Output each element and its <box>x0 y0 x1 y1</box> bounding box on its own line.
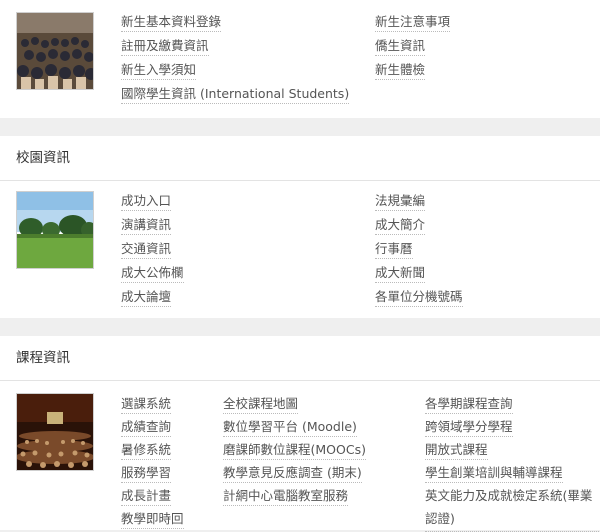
link-registration-fees[interactable]: 註冊及繳費資訊 <box>121 37 209 56</box>
link-moocs[interactable]: 磨課師數位課程(MOOCs) <box>223 441 366 460</box>
link-admission-guide[interactable]: 新生入學須知 <box>121 61 197 80</box>
link-regulations[interactable]: 法規彙編 <box>375 192 426 211</box>
campus-photo <box>16 191 94 269</box>
section-new-students: 新生基本資料登錄 註冊及繳費資訊 新生入學須知 國際學生資訊 (Internat… <box>0 0 600 118</box>
link-course-survey[interactable]: 教學意見反應調查 (期末) <box>223 464 362 483</box>
link-calendar[interactable]: 行事曆 <box>375 240 413 259</box>
link-semester-courses[interactable]: 各學期課程查詢 <box>425 395 513 414</box>
link-overseas-chinese[interactable]: 僑生資訊 <box>375 37 426 56</box>
link-bulletin-board[interactable]: 成大公佈欄 <box>121 264 184 283</box>
link-computer-lab[interactable]: 計網中心電腦教室服務 <box>223 487 349 506</box>
link-health-check[interactable]: 新生體檢 <box>375 61 426 80</box>
link-international-students[interactable]: 國際學生資訊 (International Students) <box>121 85 350 104</box>
link-news[interactable]: 成大新聞 <box>375 264 426 283</box>
link-curriculum-map[interactable]: 全校課程地圖 <box>223 395 299 414</box>
section-course-info: 課程資訊 選課系統 成績查詢 暑修系統 服務學習 成長計畫 教學即時回 全校課程… <box>0 336 600 532</box>
link-lectures[interactable]: 演講資訊 <box>121 216 172 235</box>
link-transportation[interactable]: 交通資訊 <box>121 240 172 259</box>
link-summer-courses[interactable]: 暑修系統 <box>121 441 172 460</box>
link-extensions[interactable]: 各單位分機號碼 <box>375 288 463 307</box>
link-about-ncku[interactable]: 成大簡介 <box>375 216 426 235</box>
section-campus-info: 校園資訊 成功入口 演講資訊 交通資訊 成大公佈欄 成大論壇 法規彙編 成大簡介… <box>0 136 600 318</box>
link-cross-domain[interactable]: 跨領域學分學程 <box>425 418 513 437</box>
link-course-selection[interactable]: 選課系統 <box>121 395 172 414</box>
crowd-photo <box>16 12 94 90</box>
link-new-student-notes[interactable]: 新生注意事項 <box>375 13 451 32</box>
lecture-hall-photo <box>16 393 94 471</box>
link-grade-query[interactable]: 成績查詢 <box>121 418 172 437</box>
link-ncku-portal[interactable]: 成功入口 <box>121 192 172 211</box>
link-service-learning[interactable]: 服務學習 <box>121 464 172 483</box>
link-open-courses[interactable]: 開放式課程 <box>425 441 488 460</box>
link-new-student-data[interactable]: 新生基本資料登錄 <box>121 13 222 32</box>
link-growth-plan[interactable]: 成長計畫 <box>121 487 172 506</box>
link-english-certification[interactable]: 英文能力及成就檢定系統(畢業認證) <box>425 484 600 532</box>
section-heading: 校園資訊 <box>0 136 600 181</box>
link-moodle[interactable]: 數位學習平台 (Moodle) <box>223 418 357 437</box>
section-heading: 課程資訊 <box>0 336 600 381</box>
link-teaching-feedback[interactable]: 教學即時回 <box>121 510 184 529</box>
link-forum[interactable]: 成大論壇 <box>121 288 172 307</box>
link-entrepreneurship[interactable]: 學生創業培訓與輔導課程 <box>425 464 563 483</box>
